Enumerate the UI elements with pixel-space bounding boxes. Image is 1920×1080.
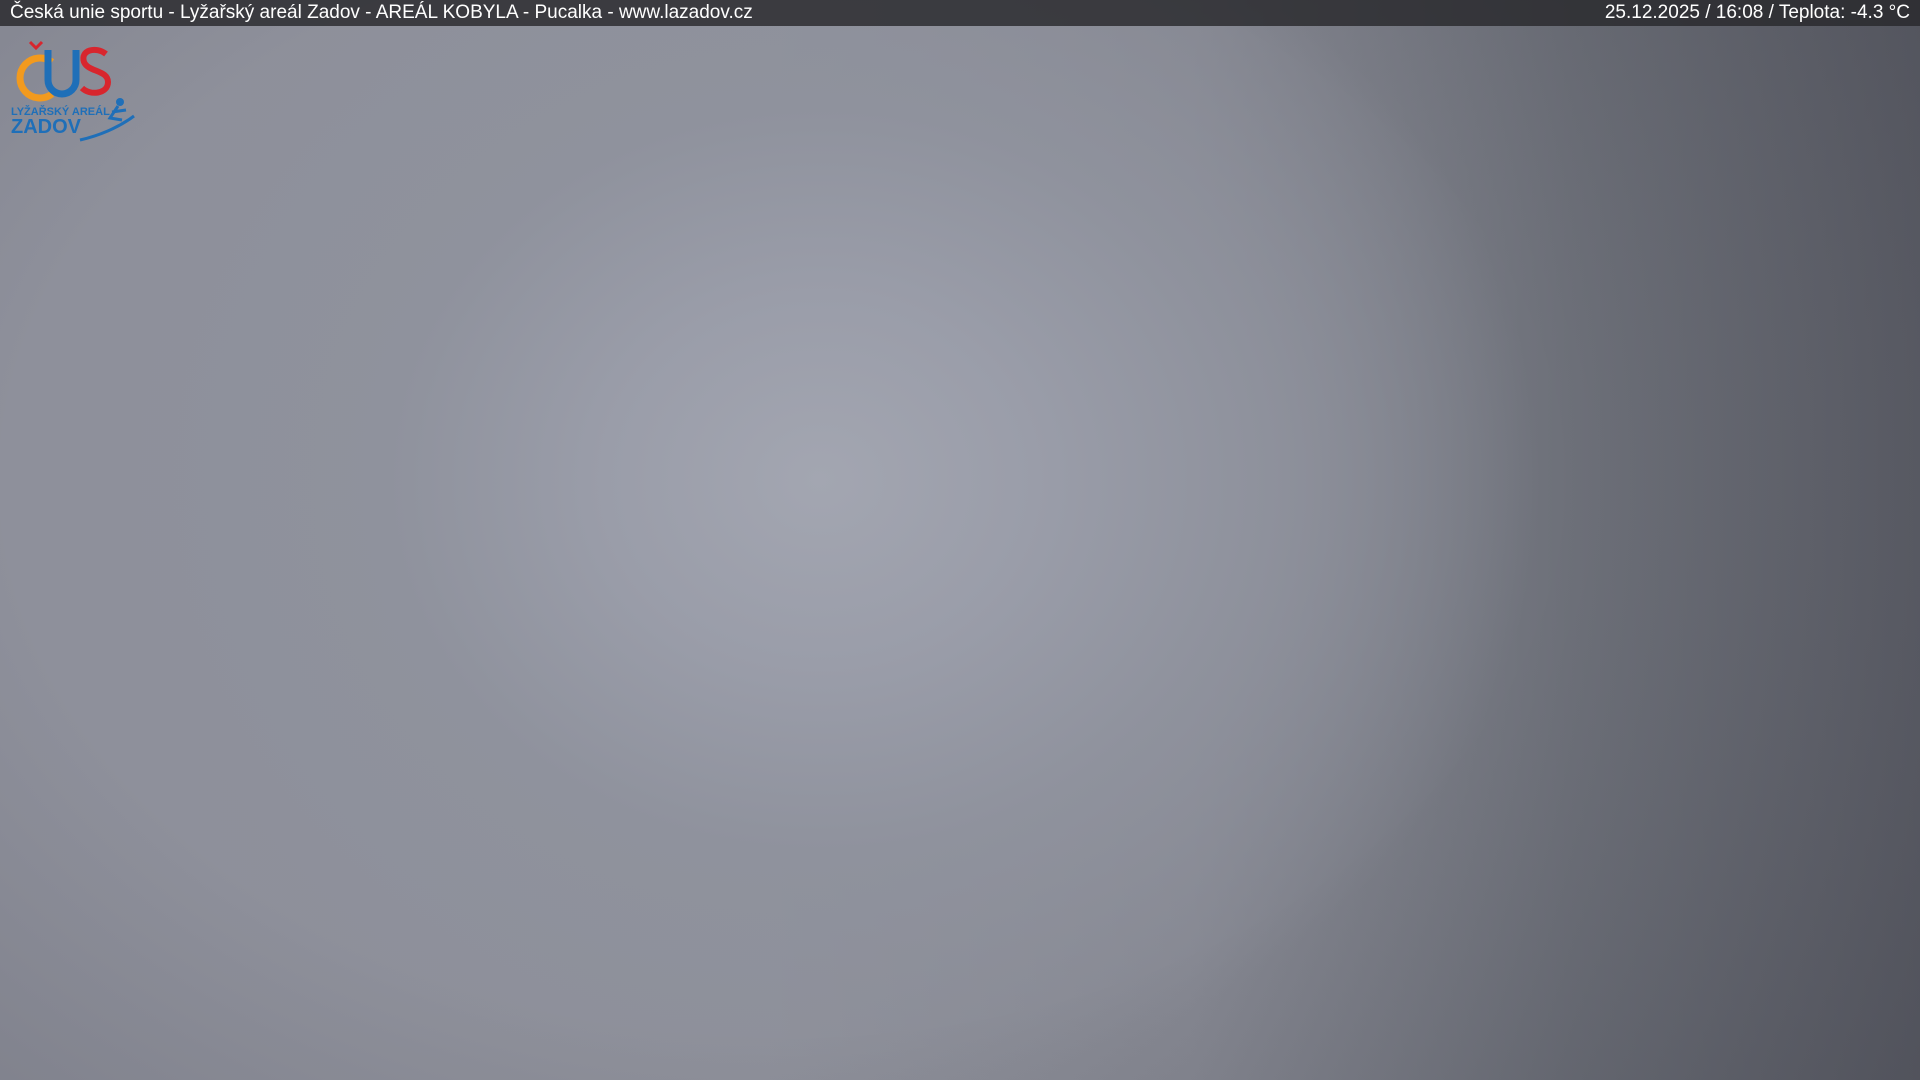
webcam-frame: Česká unie sportu - Lyžařský areál Zadov… xyxy=(0,0,1920,1080)
zadov-logo: LYŽAŘSKÝ AREÁL ZADOV xyxy=(8,40,136,144)
fog-vignette xyxy=(0,0,1920,1080)
timestamp-temperature: 25.12.2025 / 16:08 / Teplota: -4.3 °C xyxy=(1604,2,1910,23)
logo-name: ZADOV xyxy=(11,116,81,138)
caption-bar: Česká unie sportu - Lyžařský areál Zadov… xyxy=(0,0,1920,26)
caption-text: Česká unie sportu - Lyžařský areál Zadov… xyxy=(10,2,753,23)
